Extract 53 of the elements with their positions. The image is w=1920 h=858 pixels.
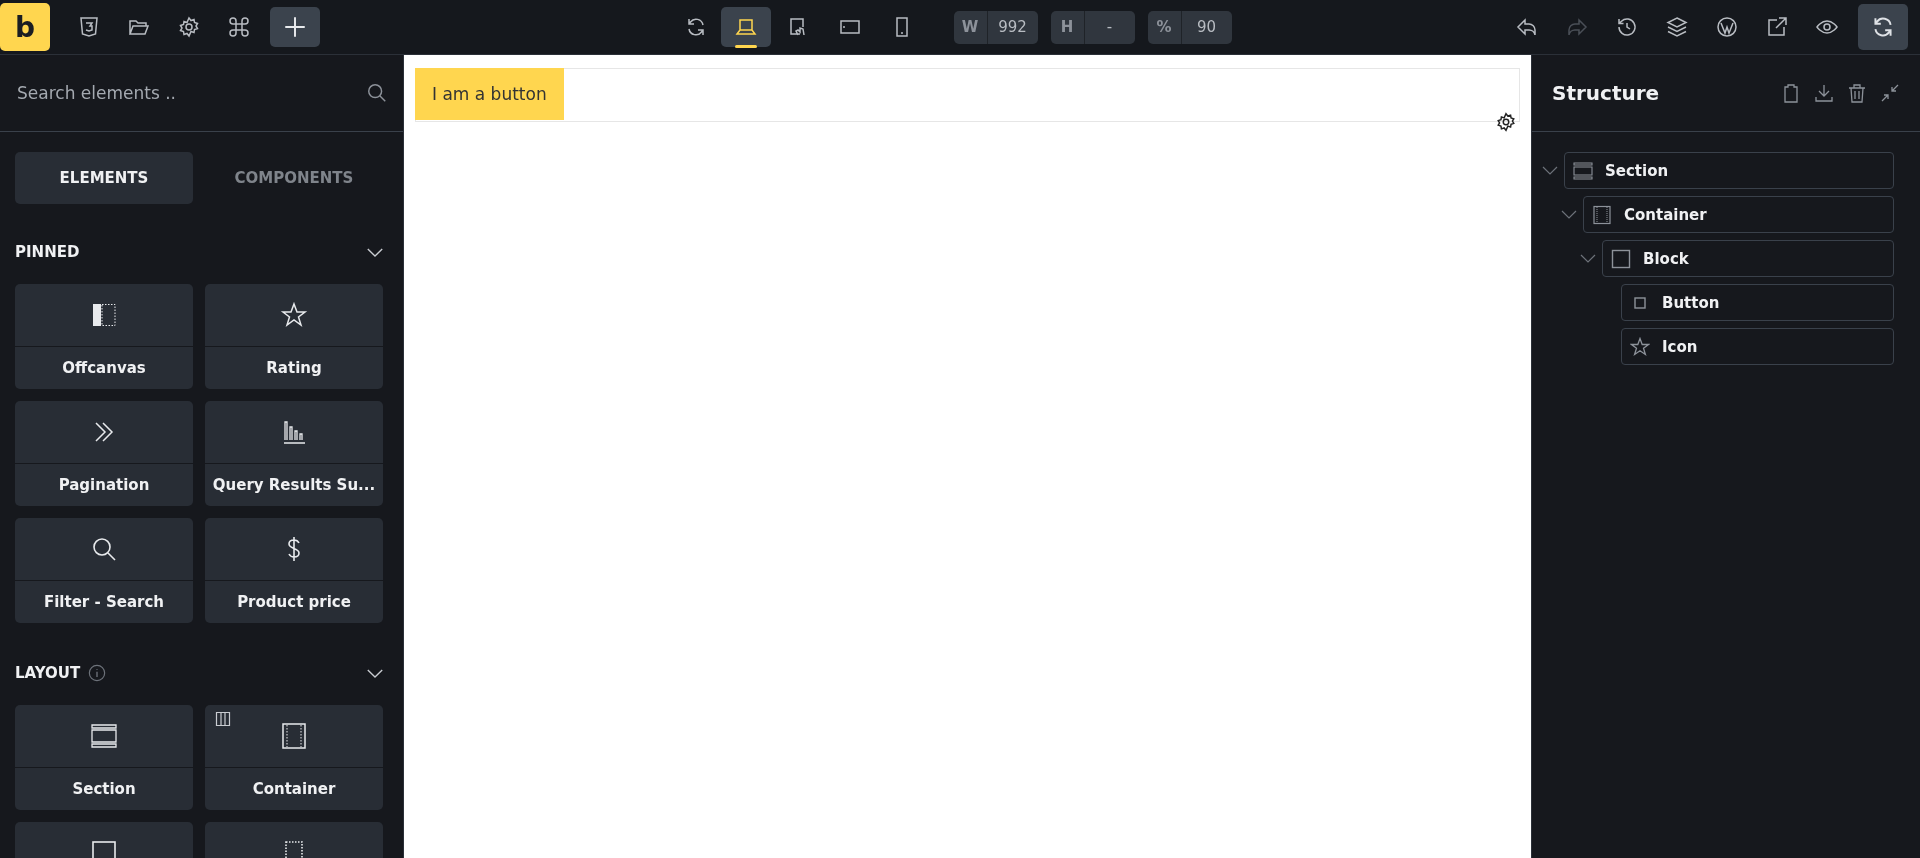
element-card[interactable]: Rating bbox=[205, 284, 383, 389]
group-heading: LAYOUT bbox=[15, 664, 81, 682]
container-icon bbox=[1592, 204, 1612, 225]
container-icon bbox=[280, 722, 308, 750]
trash-icon[interactable] bbox=[1847, 83, 1867, 103]
add-button[interactable] bbox=[270, 7, 320, 47]
dimension-field[interactable]: H - bbox=[1050, 10, 1135, 44]
undo-icon[interactable] bbox=[1515, 15, 1539, 39]
download-icon[interactable] bbox=[1814, 83, 1834, 103]
plus-icon bbox=[282, 14, 308, 40]
canvas-button[interactable]: I am a button bbox=[415, 68, 564, 120]
element-card[interactable]: Offcanvas bbox=[15, 284, 193, 389]
element-card[interactable]: Container bbox=[205, 705, 383, 810]
command-icon[interactable] bbox=[227, 15, 251, 39]
settings-icon[interactable] bbox=[177, 15, 201, 39]
panel-tab[interactable]: COMPONENTS bbox=[205, 152, 383, 204]
css-icon[interactable] bbox=[77, 15, 101, 39]
tree-item[interactable]: Icon bbox=[1621, 328, 1894, 365]
external-link-icon[interactable] bbox=[1765, 15, 1789, 39]
laptop-view-button[interactable] bbox=[720, 7, 771, 47]
dimension-field[interactable]: % 90 bbox=[1147, 10, 1232, 44]
tree-item[interactable]: Button bbox=[1621, 284, 1894, 321]
clipboard-icon[interactable] bbox=[1781, 83, 1801, 103]
element-card[interactable]: Section bbox=[15, 705, 193, 810]
info-icon[interactable] bbox=[88, 664, 107, 682]
search-icon bbox=[90, 535, 118, 563]
star-icon bbox=[280, 301, 308, 329]
settings-icon[interactable] bbox=[1495, 111, 1517, 133]
collapse-icon[interactable] bbox=[1880, 83, 1900, 103]
search-field[interactable]: Search elements .. bbox=[15, 82, 366, 104]
panel-tab[interactable]: ELEMENTS bbox=[15, 152, 193, 204]
wordpress-icon[interactable] bbox=[1715, 15, 1739, 39]
tree-item[interactable]: Section bbox=[1564, 152, 1894, 189]
element-card[interactable]: Filter - Search bbox=[15, 518, 193, 623]
search-icon[interactable] bbox=[366, 82, 388, 104]
group-heading: PINNED bbox=[15, 243, 80, 261]
history-icon[interactable] bbox=[1615, 15, 1639, 39]
element-card[interactable]: Query Results Su... bbox=[205, 401, 383, 506]
dimension-field[interactable]: W 992 bbox=[953, 10, 1038, 44]
tree-item[interactable]: Container bbox=[1583, 196, 1894, 233]
offcanvas-icon bbox=[90, 301, 118, 329]
square-icon bbox=[1611, 248, 1631, 269]
panel-title: Structure bbox=[1552, 81, 1660, 105]
section-icon bbox=[1573, 160, 1593, 181]
tree-item[interactable]: Block bbox=[1602, 240, 1894, 277]
layers-icon[interactable] bbox=[1665, 15, 1689, 39]
section-icon bbox=[90, 722, 118, 750]
element-card[interactable]: Pagination bbox=[15, 401, 193, 506]
star-icon bbox=[1630, 336, 1650, 357]
refresh-button[interactable] bbox=[1858, 4, 1908, 50]
element-card[interactable]: Product price bbox=[205, 518, 383, 623]
logo[interactable]: b bbox=[0, 3, 50, 51]
columns-icon bbox=[215, 711, 231, 727]
